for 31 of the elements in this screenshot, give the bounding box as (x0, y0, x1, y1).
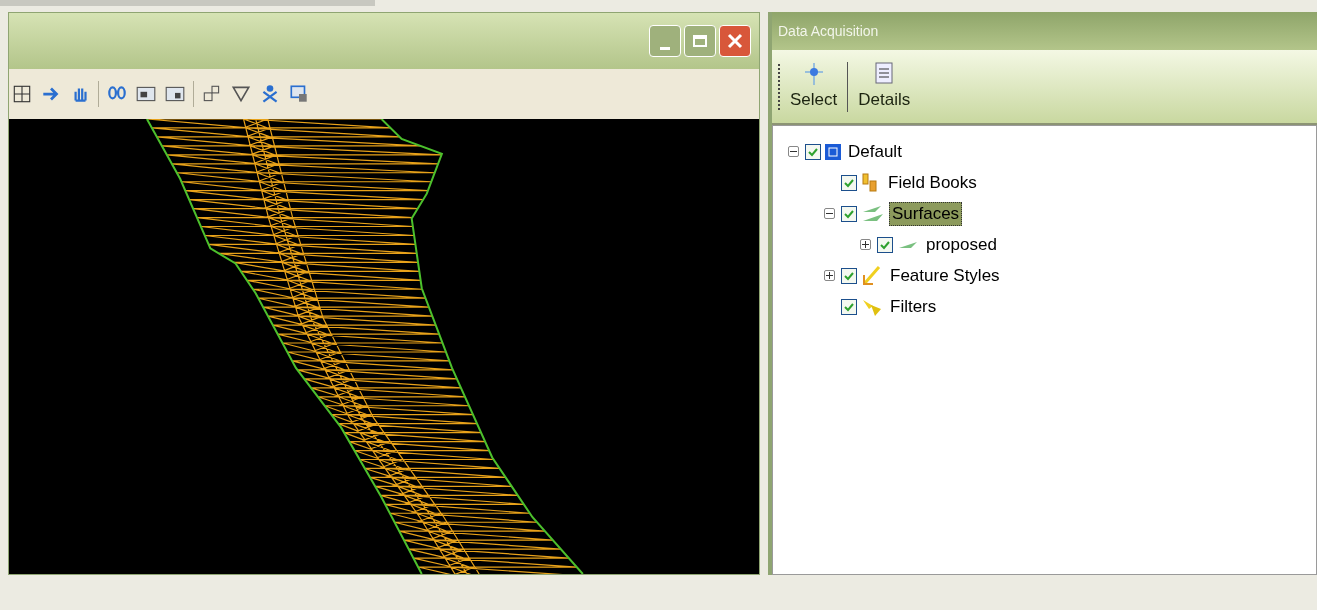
pencil-icon (861, 264, 883, 287)
checkbox[interactable] (841, 174, 857, 191)
expand-toggle[interactable] (823, 270, 835, 281)
checkbox[interactable] (841, 205, 857, 222)
tree-item[interactable]: Default (845, 139, 905, 164)
tree-item[interactable]: Field Books (885, 170, 980, 195)
minus-icon (789, 148, 797, 155)
tree-item[interactable]: Surfaces (889, 201, 963, 226)
close-icon (727, 33, 743, 49)
checkbox[interactable] (877, 236, 893, 253)
list-icon (873, 60, 896, 87)
grid-icon[interactable] (11, 83, 33, 105)
collapse-toggle[interactable] (787, 146, 799, 157)
checkbox[interactable] (841, 267, 857, 284)
project-icon (825, 143, 841, 160)
expand-toggle[interactable] (859, 239, 871, 250)
checkbox[interactable] (805, 143, 821, 160)
select-button[interactable]: Select (786, 60, 842, 113)
tree-item[interactable]: Filters (887, 294, 940, 319)
panel-title: Data Acquisition (772, 12, 1317, 50)
tree-item[interactable]: proposed (923, 232, 1000, 257)
minus-icon (825, 210, 833, 217)
checkbox[interactable] (841, 298, 857, 315)
plus-icon (861, 241, 869, 248)
tree-item[interactable]: Feature Styles (887, 263, 1003, 288)
crosshair-icon (802, 60, 825, 87)
details-button[interactable]: Details (854, 60, 915, 113)
close-button[interactable] (719, 25, 751, 57)
layers-icon (861, 203, 885, 224)
collapse-toggle[interactable] (823, 208, 835, 219)
plus-icon (825, 272, 833, 279)
